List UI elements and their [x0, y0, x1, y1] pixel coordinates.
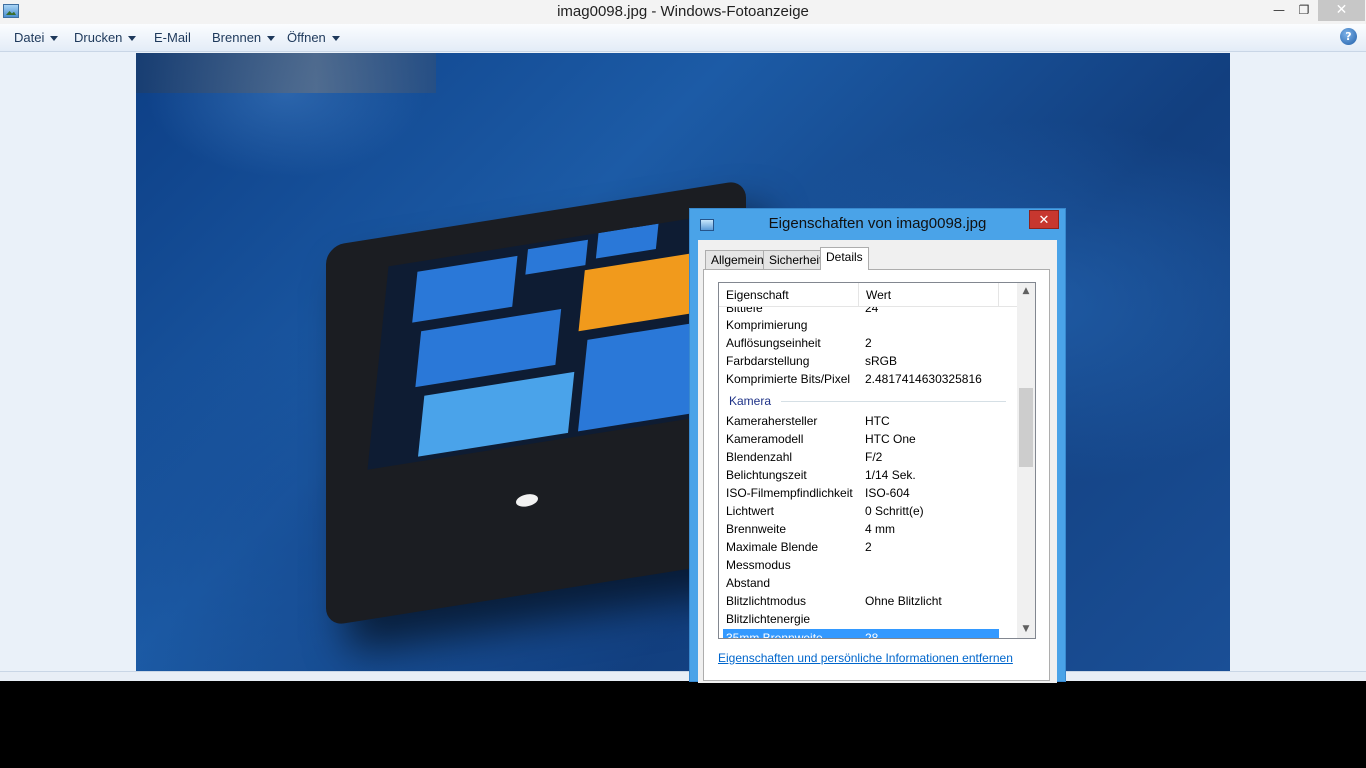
- dialog-title[interactable]: Eigenschaften von imag0098.jpg: [690, 215, 1065, 232]
- command-bar: Datei Drucken E-Mail Brennen Öffnen: [0, 24, 1366, 52]
- list-item[interactable]: Kameramodell HTC One: [719, 430, 1017, 448]
- property-name: Komprimierung: [726, 318, 808, 332]
- chevron-down-icon: [331, 36, 340, 42]
- photo-tile: [412, 255, 518, 323]
- close-button[interactable]: ✕: [1318, 0, 1365, 21]
- details-panel: Eigenschaft Wert Bittiefe 24 Komprimieru…: [703, 269, 1050, 681]
- menu-brennen-label: Brennen: [212, 30, 262, 45]
- scrollbar-thumb[interactable]: [1019, 388, 1033, 467]
- photo-phone-reflection: [516, 492, 538, 509]
- list-item[interactable]: Abstand: [719, 574, 1017, 592]
- restore-button[interactable]: ❐: [1289, 0, 1319, 21]
- property-name: ISO-Filmempfindlichkeit: [726, 486, 853, 500]
- property-name: Abstand: [726, 576, 771, 590]
- property-name: Brennweite: [726, 522, 787, 536]
- remove-properties-link[interactable]: Eigenschaften und persönliche Informatio…: [718, 651, 1013, 665]
- menu-oeffnen[interactable]: Öffnen: [287, 30, 340, 45]
- property-name: Maximale Blende: [726, 540, 819, 554]
- list-header: Eigenschaft Wert: [719, 283, 1017, 307]
- help-icon[interactable]: ?: [1340, 28, 1357, 45]
- menu-oeffnen-label: Öffnen: [287, 30, 326, 45]
- list-item[interactable]: Blendenzahl F/2: [719, 448, 1017, 466]
- photo-viewer-window: imag0098.jpg - Windows-Fotoanzeige — ❐ ✕…: [0, 0, 1366, 681]
- list-item[interactable]: Farbdarstellung sRGB: [719, 352, 1017, 370]
- property-name: Komprimierte Bits/Pixel: [726, 372, 851, 386]
- list-item[interactable]: Auflösungseinheit 2: [719, 334, 1017, 352]
- photo-tile: [418, 371, 575, 457]
- property-value: HTC: [865, 414, 890, 428]
- list-item[interactable]: Brennweite 4 mm: [719, 520, 1017, 538]
- property-value: 2.4817414630325816: [865, 372, 982, 386]
- title-bar[interactable]: imag0098.jpg - Windows-Fotoanzeige — ❐ ✕: [0, 0, 1366, 24]
- property-name: Farbdarstellung: [726, 354, 810, 368]
- photo-tile: [525, 239, 588, 275]
- group-divider: [781, 401, 1006, 402]
- menu-email-label: E-Mail: [154, 30, 191, 45]
- menu-brennen[interactable]: Brennen: [212, 30, 276, 45]
- list-item[interactable]: Maximale Blende 2: [719, 538, 1017, 556]
- menu-drucken-label: Drucken: [74, 30, 123, 45]
- list-item[interactable]: Messmodus: [719, 556, 1017, 574]
- menu-datei[interactable]: Datei: [14, 30, 59, 45]
- list-item[interactable]: Kamerahersteller HTC: [719, 412, 1017, 430]
- menu-drucken[interactable]: Drucken: [74, 30, 137, 45]
- property-value: Ohne Blitzlicht: [865, 594, 942, 608]
- photo-background-detail: [136, 53, 436, 93]
- property-value: sRGB: [865, 354, 898, 368]
- properties-dialog: Eigenschaften von imag0098.jpg ✕ Allgeme…: [689, 208, 1066, 683]
- photo-tile: [595, 223, 659, 259]
- list-rows: Bittiefe 24 Komprimierung Auflösungseinh…: [719, 307, 1017, 638]
- list-item[interactable]: Blitzlichtenergie: [719, 610, 1017, 628]
- column-header-property[interactable]: Eigenschaft: [719, 283, 859, 307]
- chevron-down-icon: [50, 36, 59, 42]
- details-list[interactable]: Eigenschaft Wert Bittiefe 24 Komprimieru…: [718, 282, 1036, 639]
- chevron-down-icon: [267, 36, 276, 42]
- photo-tile: [415, 309, 562, 388]
- list-item[interactable]: Belichtungszeit 1/14 Sek.: [719, 466, 1017, 484]
- property-value: 1/14 Sek.: [865, 468, 916, 482]
- property-name: Auflösungseinheit: [726, 336, 821, 350]
- photo-phone-subject: [326, 179, 746, 627]
- property-name: Blitzlichtenergie: [726, 612, 811, 626]
- property-value: HTC One: [865, 432, 916, 446]
- menu-email[interactable]: E-Mail: [154, 30, 191, 45]
- dialog-body: Allgemein Sicherheit Details Eigenschaft…: [698, 240, 1057, 683]
- list-item[interactable]: Komprimierte Bits/Pixel 2.48174146303258…: [719, 370, 1017, 388]
- column-header-value[interactable]: Wert: [859, 283, 999, 307]
- tab-details[interactable]: Details: [820, 247, 869, 270]
- group-header-kamera[interactable]: Kamera: [729, 392, 771, 410]
- property-name: Kameramodell: [726, 432, 804, 446]
- property-name: Belichtungszeit: [726, 468, 807, 482]
- list-item[interactable]: Lichtwert 0 Schritt(e): [719, 502, 1017, 520]
- tab-allgemein[interactable]: Allgemein: [705, 250, 770, 269]
- window-title: imag0098.jpg - Windows-Fotoanzeige: [557, 3, 809, 20]
- property-value: ISO-604: [865, 486, 910, 500]
- tab-sicherheit[interactable]: Sicherheit: [763, 250, 829, 269]
- photo-phone-screen: [367, 214, 719, 470]
- vertical-scrollbar[interactable]: ▲ ▼: [1017, 283, 1035, 638]
- list-item[interactable]: Blitzlichtmodus Ohne Blitzlicht: [719, 592, 1017, 610]
- property-value: 4 mm: [865, 522, 895, 536]
- scroll-down-arrow-icon[interactable]: ▼: [1017, 621, 1035, 638]
- list-item[interactable]: Komprimierung: [719, 316, 1017, 334]
- list-item-selected[interactable]: 35mm Brennweite 28: [723, 629, 999, 638]
- property-name: Blitzlichtmodus: [726, 594, 807, 608]
- property-value: F/2: [865, 450, 883, 464]
- status-bar: [0, 671, 1366, 681]
- property-value: 28: [865, 631, 879, 638]
- scroll-up-arrow-icon[interactable]: ▲: [1017, 283, 1035, 300]
- property-value: 2: [865, 336, 872, 350]
- dialog-close-button[interactable]: ✕: [1029, 210, 1059, 229]
- property-name: 35mm Brennweite: [726, 631, 823, 638]
- property-name: Messmodus: [726, 558, 791, 572]
- list-item[interactable]: ISO-Filmempfindlichkeit ISO-604: [719, 484, 1017, 502]
- property-name: Blendenzahl: [726, 450, 793, 464]
- property-value: 0 Schritt(e): [865, 504, 924, 518]
- menu-datei-label: Datei: [14, 30, 45, 45]
- property-name: Lichtwert: [726, 504, 775, 518]
- chevron-down-icon: [128, 36, 137, 42]
- property-name: Kamerahersteller: [726, 414, 818, 428]
- property-value: 2: [865, 540, 872, 554]
